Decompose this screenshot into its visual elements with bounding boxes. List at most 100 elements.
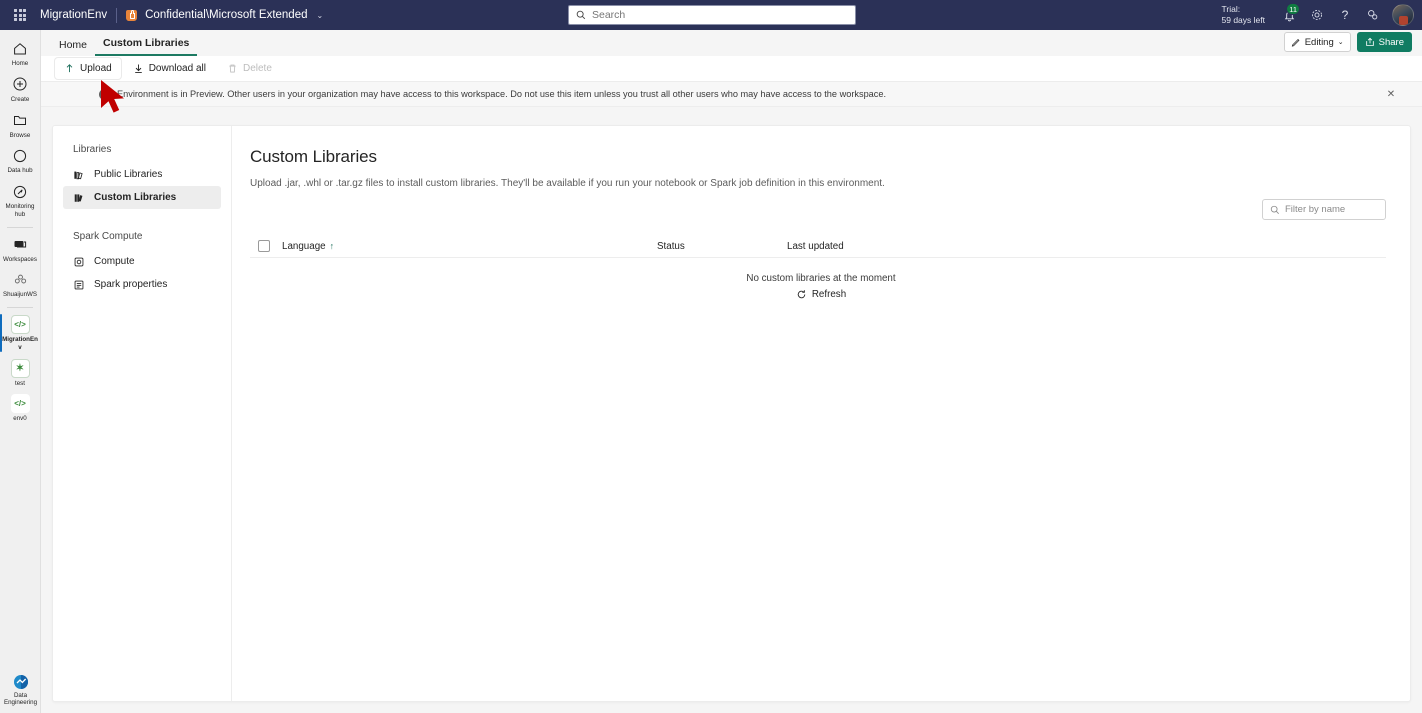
upload-arrow-icon bbox=[66, 64, 73, 73]
chevron-down-icon: ⌄ bbox=[316, 10, 324, 20]
sidebar-label: Home bbox=[11, 60, 29, 67]
monitoring-hub-icon bbox=[11, 182, 30, 201]
question-mark-icon: ? bbox=[1341, 8, 1349, 22]
search-icon bbox=[1270, 205, 1279, 214]
select-all-checkbox[interactable] bbox=[258, 240, 270, 252]
workspace-avatar-icon bbox=[11, 270, 30, 289]
compute-gear-icon bbox=[74, 257, 84, 266]
gear-icon bbox=[1312, 10, 1322, 20]
notification-count-badge: 11 bbox=[1286, 3, 1300, 15]
sidebar-item-browse[interactable]: Browse bbox=[0, 107, 41, 143]
trial-days-left: 59 days left bbox=[1221, 15, 1265, 25]
sidebar-item-data-engineering[interactable]: Data Engineering bbox=[0, 673, 41, 708]
custom-libraries-main: Custom Libraries Upload .jar, .whl or .t… bbox=[232, 126, 1410, 701]
environment-icon: </> bbox=[10, 394, 30, 414]
sidebar-item-monitoring-hub[interactable]: Monitoring hub bbox=[0, 178, 41, 222]
filter-input[interactable]: Filter by name bbox=[1262, 199, 1386, 220]
search-container: Search bbox=[568, 5, 856, 25]
notifications-button[interactable]: 11 bbox=[1275, 0, 1303, 30]
sidebar-label: Data hub bbox=[7, 167, 33, 175]
rail-divider bbox=[7, 226, 33, 228]
nav-label: Compute bbox=[94, 256, 135, 267]
editing-mode-button[interactable]: Editing ⌄ bbox=[1283, 32, 1351, 52]
notebook-icon: ✶ bbox=[10, 358, 30, 378]
settings-button[interactable] bbox=[1303, 0, 1331, 30]
feedback-button[interactable] bbox=[1359, 0, 1387, 30]
breadcrumb-item-custom-libraries[interactable]: Custom Libraries bbox=[95, 37, 198, 56]
trial-label: Trial: bbox=[1221, 4, 1241, 15]
nav-label: Public Libraries bbox=[94, 169, 163, 180]
help-button[interactable]: ? bbox=[1331, 0, 1359, 30]
custom-libraries-icon bbox=[74, 193, 83, 202]
share-icon bbox=[1365, 37, 1374, 46]
close-icon[interactable]: ✕ bbox=[1382, 85, 1400, 103]
column-header-last-updated[interactable]: Last updated bbox=[787, 241, 844, 252]
breadcrumb-item-home[interactable]: Home bbox=[51, 39, 95, 56]
avatar[interactable] bbox=[1392, 4, 1414, 26]
search-input[interactable]: Search bbox=[568, 5, 856, 25]
breadcrumb: Home Custom Libraries Editing ⌄ Share bbox=[41, 30, 1422, 56]
refresh-icon bbox=[797, 290, 806, 299]
sidebar-label: test bbox=[15, 379, 25, 387]
sensitivity-lock-icon bbox=[126, 9, 139, 22]
nav-group-libraries-title: Libraries bbox=[73, 144, 112, 155]
sidebar-label: MigrationEnv bbox=[2, 336, 38, 351]
search-icon bbox=[576, 10, 586, 20]
sensitivity-label-button[interactable]: Confidential\Microsoft Extended ⌄ bbox=[117, 9, 323, 22]
editing-label: Editing bbox=[1304, 36, 1334, 48]
environment-icon: </> bbox=[10, 315, 30, 334]
column-header-status[interactable]: Status bbox=[657, 241, 787, 252]
nav-label: Custom Libraries bbox=[94, 192, 177, 203]
info-icon: i bbox=[99, 88, 110, 100]
banner-text: Environment is in Preview. Other users i… bbox=[117, 89, 887, 99]
trash-icon bbox=[229, 64, 236, 73]
spark-properties-icon bbox=[74, 280, 84, 289]
sidebar-label: ShuaijunWS bbox=[2, 291, 38, 299]
sidebar-label: Monitoring hub bbox=[5, 203, 35, 218]
download-all-button[interactable]: Download all bbox=[124, 58, 215, 79]
nav-group-gap bbox=[53, 209, 231, 231]
sidebar-item-shuaijunws[interactable]: ShuaijunWS bbox=[0, 266, 41, 302]
delete-label: Delete bbox=[242, 63, 272, 74]
search-placeholder: Search bbox=[592, 9, 626, 21]
upload-button[interactable]: Upload bbox=[55, 58, 121, 79]
nav-item-custom-libraries[interactable]: Custom Libraries bbox=[63, 186, 221, 209]
preview-info-banner: i Environment is in Preview. Other users… bbox=[41, 82, 1422, 107]
app-launcher-icon[interactable] bbox=[0, 0, 40, 30]
feedback-smiley-icon bbox=[1368, 10, 1378, 20]
command-toolbar: Upload Download all Delete bbox=[41, 56, 1422, 82]
trial-status[interactable]: Trial: 59 days left bbox=[1222, 4, 1265, 25]
pencil-icon bbox=[1291, 38, 1300, 47]
upload-label: Upload bbox=[80, 63, 112, 74]
empty-state: No custom libraries at the moment Refres… bbox=[232, 273, 1410, 305]
header-right-actions: Trial: 59 days left 11 ? bbox=[1222, 0, 1422, 30]
share-label: Share bbox=[1378, 36, 1404, 48]
sidebar-item-env0[interactable]: </> env0 bbox=[0, 390, 41, 426]
empty-state-message: No custom libraries at the moment bbox=[746, 273, 896, 284]
nav-group-spark-compute-title: Spark Compute bbox=[73, 231, 143, 242]
nav-item-compute[interactable]: Compute bbox=[63, 250, 221, 273]
sort-ascending-icon: ↑ bbox=[329, 241, 335, 251]
refresh-button[interactable]: Refresh bbox=[796, 289, 846, 300]
rail-divider bbox=[7, 307, 33, 308]
page-header-actions: Editing ⌄ Share bbox=[1283, 32, 1412, 52]
column-header-language[interactable]: Language ↑ bbox=[282, 241, 657, 252]
sensitivity-label-text: Confidential\Microsoft Extended bbox=[145, 9, 308, 21]
nav-item-spark-properties[interactable]: Spark properties bbox=[63, 273, 221, 296]
sidebar-label: env0 bbox=[13, 415, 27, 423]
create-plus-icon bbox=[11, 75, 30, 94]
browse-folder-icon bbox=[11, 111, 30, 130]
sidebar-item-workspaces[interactable]: Workspaces bbox=[0, 231, 41, 267]
share-button[interactable]: Share bbox=[1356, 32, 1412, 52]
sidebar-item-data-hub[interactable]: Data hub bbox=[0, 142, 41, 178]
table-header-row: Language ↑ Status Last updated bbox=[250, 235, 1386, 258]
sidebar-item-home[interactable]: Home bbox=[0, 35, 41, 71]
page-description: Upload .jar, .whl or .tar.gz files to in… bbox=[250, 178, 885, 189]
sidebar-item-test[interactable]: ✶ test bbox=[0, 355, 41, 391]
sidebar-item-migrationenv[interactable]: </> MigrationEnv bbox=[0, 311, 41, 355]
sidebar-label: Create bbox=[10, 95, 30, 103]
app-name[interactable]: MigrationEnv bbox=[40, 9, 116, 21]
nav-item-public-libraries[interactable]: Public Libraries bbox=[63, 163, 221, 186]
sidebar-item-create[interactable]: Create bbox=[0, 71, 41, 107]
column-label: Status bbox=[657, 240, 685, 252]
